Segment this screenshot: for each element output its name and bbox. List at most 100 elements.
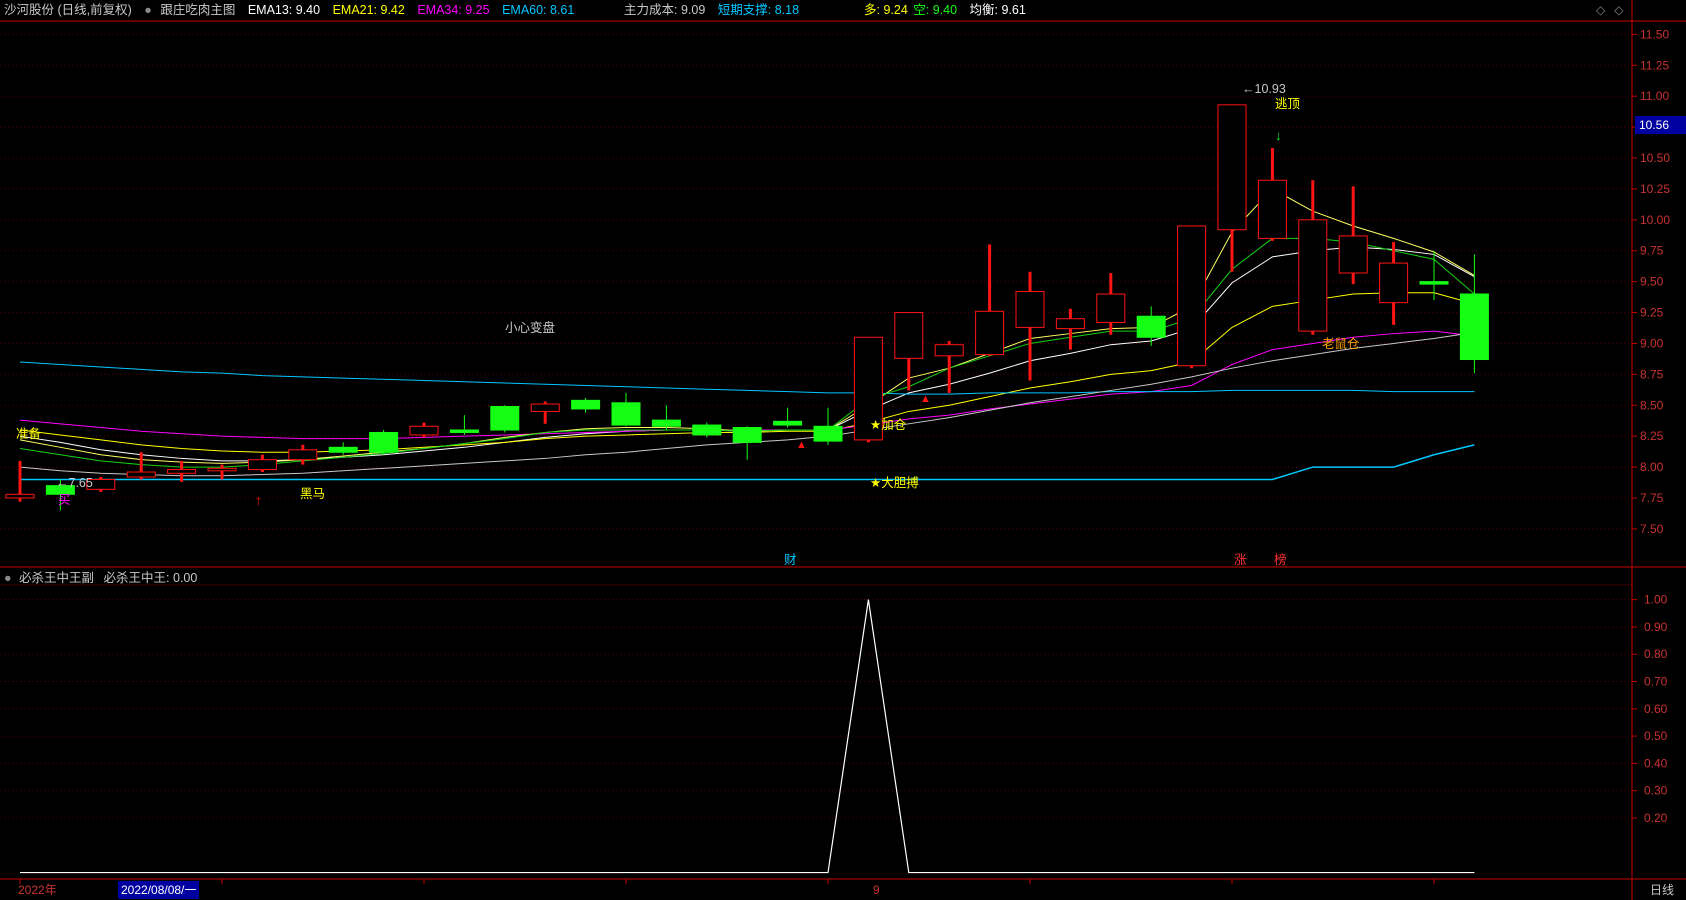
candle (5, 493, 35, 499)
candle (1459, 293, 1489, 361)
y-tick-label: 7.75 (1640, 491, 1664, 505)
series-line-EMA60 (19, 361, 1475, 395)
annotation-12: 榜 (1274, 552, 1287, 567)
y-tick-label: 0.40 (1644, 756, 1668, 770)
expand-icon[interactable]: ◇ (1614, 3, 1623, 17)
candle (126, 471, 156, 478)
y-tick-label: 9.00 (1640, 336, 1664, 350)
candle (894, 312, 924, 359)
cursor-date-label: 2022/08/08/一 (118, 881, 200, 899)
candle (247, 459, 277, 471)
y-tick-label: 0.60 (1644, 702, 1668, 716)
restore-icon[interactable]: ◇ (1596, 3, 1605, 17)
annotation-9: 老鼠仓 (1322, 336, 1360, 351)
y-tick-label: 10.50 (1640, 151, 1670, 165)
up-triangle-icon: ▲ (920, 393, 931, 405)
y-tick-label: 9.25 (1640, 306, 1664, 320)
y-tick-label: 7.50 (1640, 522, 1664, 536)
down-arrow-icon: ↓ (1275, 128, 1282, 143)
y-tick-label: 0.80 (1644, 647, 1668, 661)
sub-indicator-name[interactable]: 必杀王中王副 (19, 571, 94, 585)
indicator-toggle-icon[interactable]: ● (144, 3, 152, 17)
candle (328, 446, 358, 453)
y-tick-label: 11.00 (1640, 89, 1669, 103)
period-label[interactable]: 日线 (1650, 880, 1674, 900)
candle (409, 425, 439, 436)
annotation-3: 黑马 (300, 487, 325, 501)
y-tick-label: 11.50 (1640, 27, 1669, 41)
ema21-value: EMA21: 9.42 (332, 3, 405, 17)
candle (490, 406, 520, 431)
candle (369, 431, 399, 453)
candle (449, 429, 479, 433)
candle (975, 310, 1005, 356)
chart-canvas: 11.5011.2511.0010.7510.5010.2510.009.759… (0, 0, 1686, 900)
candle (1379, 262, 1409, 304)
y-tick-label: 0.30 (1644, 784, 1668, 798)
candle (1217, 104, 1247, 231)
candle (571, 399, 601, 410)
window-controls[interactable]: ◇ ◇ (1596, 0, 1632, 20)
main-chart-header-right: 主力成本: 9.09 短期支撑: 8.18 多: 9.24 空: 9.40 均衡… (624, 0, 1035, 20)
candle (1298, 219, 1328, 332)
ema13-value: EMA13: 9.40 (247, 3, 321, 17)
annotation-1: ←7.65 (56, 476, 93, 490)
sub-indicator-toggle-icon[interactable]: ● (4, 571, 12, 585)
y-tick-label: 0.20 (1644, 811, 1668, 825)
y-tick-label: 8.50 (1640, 398, 1664, 412)
annotation-2: 买 (58, 493, 71, 507)
candle (732, 427, 762, 443)
long-value: 多: 9.24 (864, 3, 908, 17)
annotation-5: ★加仓 (870, 418, 907, 432)
candle (1015, 291, 1045, 328)
candle (813, 425, 843, 442)
annotation-6: ★大胆搏 (870, 475, 919, 490)
sub-indicator-value: 必杀王中王: 0.00 (103, 571, 198, 585)
y-tick-label: 8.75 (1640, 367, 1664, 381)
y-tick-label: 1.00 (1644, 593, 1668, 607)
y-tick-label: 9.75 (1640, 244, 1664, 258)
main-chart-header: 沙河股份 (日线,前复权) ● 跟庄吃肉主图 EMA13: 9.40 EMA21… (0, 0, 583, 20)
series-line-EMA34 (19, 330, 1475, 440)
annotation-11: 涨 (1234, 552, 1247, 567)
y-tick-label: 9.50 (1640, 275, 1664, 289)
y-tick-label: 8.25 (1640, 429, 1664, 443)
buy-arrow-icon: ↑ (255, 492, 262, 508)
short-support-value: 短期支撑: 8.18 (717, 3, 800, 17)
y-tick-label: 11.25 (1640, 58, 1669, 72)
balance-value: 均衡: 9.61 (969, 3, 1026, 17)
candle (1177, 225, 1207, 367)
y-tick-label: 8.00 (1640, 460, 1664, 474)
candle (692, 424, 722, 436)
candle (773, 420, 803, 426)
candle (651, 419, 681, 427)
annotation-0: 准备 (16, 427, 42, 441)
ema60-value: EMA60: 8.61 (502, 3, 575, 17)
y-tick-label: 0.50 (1644, 729, 1668, 743)
candle (1096, 293, 1126, 323)
candle (530, 403, 560, 412)
y-tick-label: 0.70 (1644, 675, 1668, 689)
annotation-4: 小心变盘 (505, 320, 555, 335)
year-label: 2022年 (18, 883, 57, 897)
up-triangle-icon: ▲ (796, 439, 807, 451)
candle (1338, 235, 1368, 274)
annotation-7: ←10.93 (1242, 82, 1286, 96)
short-value: 空: 9.40 (913, 3, 958, 17)
main-cost-value: 主力成本: 9.09 (624, 3, 706, 17)
current-price-tag: 10.56 (1635, 116, 1686, 134)
stock-name[interactable]: 沙河股份 (日线,前复权) (4, 3, 132, 17)
candle (207, 467, 237, 472)
candle (934, 344, 964, 357)
ema34-value: EMA34: 9.25 (417, 3, 490, 17)
candle (1136, 315, 1166, 338)
main-indicator-name[interactable]: 跟庄吃肉主图 (160, 3, 235, 17)
candle (1419, 281, 1449, 285)
candle (288, 449, 318, 461)
annotation-10: 财 (784, 553, 797, 567)
sub-chart-header: ● 必杀王中王副 必杀王中王: 0.00 (0, 568, 206, 588)
candle (167, 469, 197, 474)
candle (611, 402, 641, 426)
y-tick-label: 10.25 (1640, 182, 1670, 196)
candle (1257, 179, 1287, 239)
